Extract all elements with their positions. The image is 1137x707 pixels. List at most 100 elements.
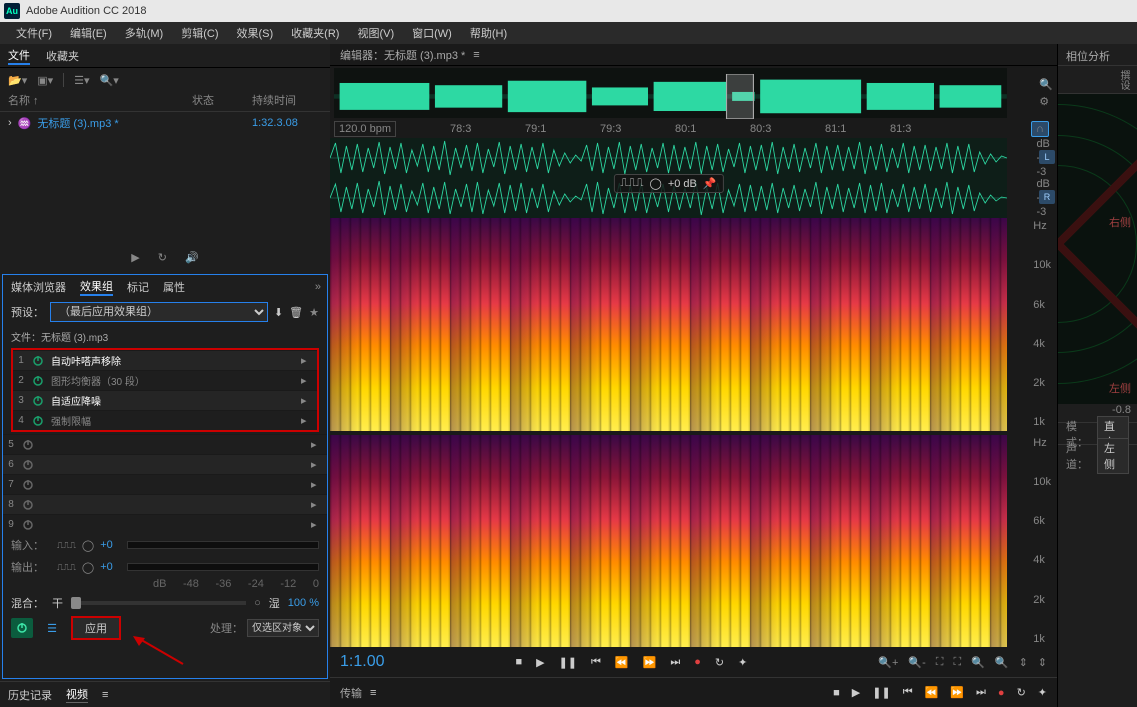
tab-favorites[interactable]: 收藏夹 — [46, 48, 79, 64]
channel-select[interactable]: 左侧 — [1097, 438, 1129, 474]
expand-icon[interactable]: › — [8, 117, 12, 129]
skip-end-icon[interactable]: ⏭ — [976, 686, 986, 699]
play-icon[interactable]: ▶ — [852, 686, 860, 699]
list-view-icon[interactable]: ☰ — [41, 618, 63, 638]
tab-effects-rack[interactable]: 效果组 — [80, 278, 113, 296]
zoom-full-icon[interactable]: ⛶ — [936, 656, 944, 669]
fx-slot-7[interactable]: 7▸ — [3, 474, 327, 494]
fx-slot-8[interactable]: 8▸ — [3, 494, 327, 514]
stop-icon[interactable]: ■ — [833, 687, 840, 699]
power-icon[interactable] — [19, 438, 37, 452]
waveform-display[interactable]: dB- ∞-3 L dB- ∞-3 R ⎍⎍⎍ ◯ +0 dB 📌 — [330, 138, 1007, 218]
menu-favorites[interactable]: 收藏夹(R) — [283, 23, 347, 43]
fx-slot-2[interactable]: 2 图形均衡器（30 段） ▸ — [13, 370, 317, 390]
forward-icon[interactable]: ⏩ — [643, 656, 657, 669]
power-icon[interactable] — [29, 374, 47, 388]
zoom-vert-in-icon[interactable]: ⇕ — [1019, 656, 1028, 669]
chevron-right-icon[interactable]: ▸ — [301, 394, 317, 407]
fx-slot-4[interactable]: 4 强制限幅 ▸ — [13, 410, 317, 430]
skip-selection-icon[interactable]: ✦ — [738, 656, 747, 669]
zoom-out-icon[interactable]: 🔍- — [908, 656, 925, 669]
delete-preset-icon[interactable]: 🗑 — [289, 306, 303, 319]
tab-history[interactable]: 历史记录 — [8, 687, 52, 703]
power-icon[interactable] — [19, 518, 37, 532]
spectrogram-display[interactable]: Hz10k6k4k2k1k Hz10k6k4k2k1k — [330, 218, 1007, 647]
power-icon[interactable] — [19, 478, 37, 492]
fx-slot-6[interactable]: 6▸ — [3, 454, 327, 474]
chevron-right-icon[interactable]: ▸ — [311, 438, 327, 451]
loop-icon[interactable]: ↻ — [158, 251, 167, 264]
col-name[interactable]: 名称 ↑ — [8, 92, 192, 111]
gain-knob-icon[interactable]: ◯ — [650, 177, 662, 190]
record-icon[interactable]: ▣▾ — [37, 74, 53, 87]
tab-phase-analysis[interactable]: 相位分析 — [1058, 44, 1137, 66]
auto-play-icon[interactable]: 🔊 — [185, 251, 199, 264]
tab-media-browser[interactable]: 媒体浏览器 — [11, 279, 66, 295]
mix-slider[interactable] — [71, 601, 246, 605]
stop-icon[interactable]: ■ — [515, 656, 522, 668]
side-button[interactable]: 撰设 — [1116, 70, 1131, 90]
play-icon[interactable]: ▶ — [131, 251, 139, 264]
menu-view[interactable]: 视图(V) — [349, 23, 402, 43]
process-select[interactable]: 仅选区对象 — [247, 619, 319, 637]
rack-power-button[interactable] — [11, 618, 33, 638]
chevron-right-icon[interactable]: ▸ — [311, 498, 327, 511]
menu-clip[interactable]: 剪辑(C) — [173, 23, 226, 43]
fx-slot-9[interactable]: 9▸ — [3, 514, 327, 534]
zoom-in-icon[interactable]: 🔍+ — [878, 656, 898, 669]
chevron-right-icon[interactable]: ▸ — [311, 458, 327, 471]
fx-slot-3[interactable]: 3 自适应降噪 ▸ — [13, 390, 317, 410]
phase-scope[interactable]: 右侧 左侧 — [1058, 94, 1137, 404]
search-icon[interactable]: 🔍▾ — [100, 74, 119, 87]
chevron-right-icon[interactable]: ▸ — [301, 354, 317, 367]
settings-icon[interactable]: ⚙ — [1039, 95, 1053, 108]
forward-icon[interactable]: ⏩ — [950, 686, 964, 699]
menu-edit[interactable]: 编辑(E) — [62, 23, 115, 43]
gain-knob-icon[interactable]: ◯ — [82, 539, 94, 552]
list-icon[interactable]: ☰▾ — [74, 74, 89, 87]
preset-select[interactable]: （最后应用效果组） — [50, 302, 268, 322]
skip-start-icon[interactable]: ⏮ — [591, 656, 601, 669]
rewind-icon[interactable]: ⏪ — [925, 686, 939, 699]
chevron-right-icon[interactable]: ▸ — [301, 414, 317, 427]
power-icon[interactable] — [19, 498, 37, 512]
timeline-ruler[interactable]: 120.0 bpm 78:3 79:1 79:3 80:1 80:3 81:1 … — [330, 120, 1057, 138]
menu-effects[interactable]: 效果(S) — [229, 23, 282, 43]
save-preset-icon[interactable]: ⬇ — [274, 306, 283, 319]
record-icon[interactable]: ● — [998, 687, 1005, 699]
zoom-vert-out-icon[interactable]: ⇕ — [1038, 656, 1047, 669]
zoom-in-point-icon[interactable]: 🔍 — [971, 656, 985, 669]
skip-start-icon[interactable]: ⏮ — [903, 686, 913, 699]
tab-markers[interactable]: 标记 — [127, 279, 149, 295]
skip-selection-icon[interactable]: ✦ — [1038, 686, 1047, 699]
fx-slot-5[interactable]: 5▸ — [3, 434, 327, 454]
overview-waveform[interactable]: 🔍 ⚙ — [334, 68, 1007, 118]
rewind-icon[interactable]: ⏪ — [615, 656, 629, 669]
power-icon[interactable] — [19, 458, 37, 472]
snap-icon[interactable]: ∩ — [1031, 121, 1049, 137]
pin-icon[interactable]: 📌 — [703, 177, 717, 190]
col-status[interactable]: 状态 — [192, 92, 252, 111]
file-row[interactable]: › ♒ 无标题 (3).mp3 * 1:32.3.08 — [0, 112, 330, 134]
power-icon[interactable] — [29, 354, 47, 368]
menu-multitrack[interactable]: 多轨(M) — [117, 23, 172, 43]
power-icon[interactable] — [29, 394, 47, 408]
skip-end-icon[interactable]: ⏭ — [670, 656, 680, 669]
left-channel-badge[interactable]: L — [1039, 150, 1055, 164]
menu-window[interactable]: 窗口(W) — [404, 23, 460, 43]
pause-icon[interactable]: ❚❚ — [872, 686, 890, 699]
chevron-right-icon[interactable]: ▸ — [311, 478, 327, 491]
favorite-icon[interactable]: ★ — [309, 306, 319, 319]
menu-file[interactable]: 文件(F) — [8, 23, 60, 43]
tab-video[interactable]: 视频 — [66, 686, 88, 703]
chevron-right-icon[interactable]: ▸ — [301, 374, 317, 387]
loop-icon[interactable]: ↻ — [1017, 686, 1026, 699]
tab-properties[interactable]: 属性 — [163, 279, 185, 295]
panel-menu-icon[interactable]: ≡ — [370, 687, 376, 699]
right-channel-badge[interactable]: R — [1039, 190, 1055, 204]
apply-button[interactable]: 应用 — [71, 616, 121, 640]
panel-menu-icon[interactable]: ≡ — [473, 49, 479, 61]
panel-menu-icon[interactable]: ≡ — [102, 689, 108, 701]
loop-icon[interactable]: ↻ — [715, 656, 724, 669]
fx-slot-1[interactable]: 1 自动咔嗒声移除 ▸ — [13, 350, 317, 370]
